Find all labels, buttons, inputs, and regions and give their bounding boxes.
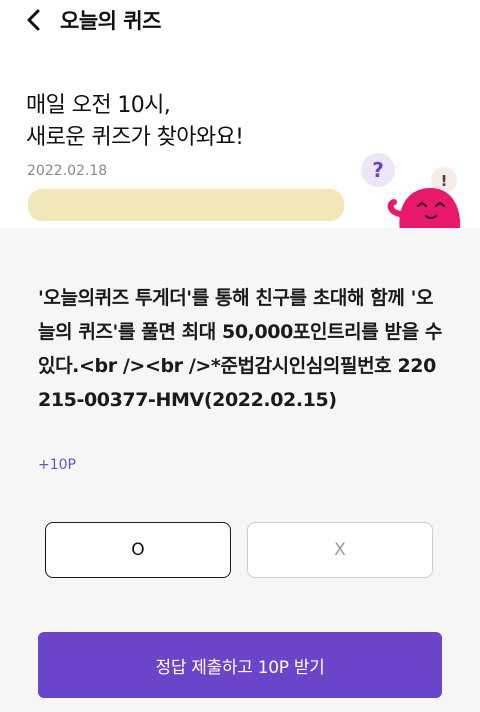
- answer-x-label: X: [334, 540, 346, 560]
- top-bar: 오늘의 퀴즈: [0, 0, 480, 44]
- answer-o-button[interactable]: O: [45, 522, 231, 578]
- answer-o-label: O: [131, 540, 145, 560]
- submit-label: 정답 제출하고 10P 받기: [155, 657, 325, 678]
- submit-answer-button[interactable]: 정답 제출하고 10P 받기: [38, 632, 442, 698]
- quiz-question: '오늘의퀴즈 투게더'를 통해 친구를 초대해 함께 '오늘의 퀴즈'를 풀면 …: [38, 287, 442, 411]
- chevron-left-icon: [27, 9, 40, 31]
- question-mark-icon: ?: [372, 158, 384, 182]
- back-button[interactable]: [18, 5, 50, 35]
- quiz-card: '오늘의퀴즈 투게더'를 통해 친구를 초대해 함께 '오늘의 퀴즈'를 풀면 …: [0, 228, 480, 712]
- answer-x-button[interactable]: X: [247, 522, 433, 578]
- page-title: 오늘의 퀴즈: [60, 9, 161, 33]
- headline: 매일 오전 10시, 새로운 퀴즈가 찾아와요!: [26, 90, 244, 154]
- quiz-header: 매일 오전 10시, 새로운 퀴즈가 찾아와요! 2022.02.18 ? !: [0, 44, 480, 228]
- quiz-date: 2022.02.18: [27, 163, 108, 179]
- mascot-illustration: ? !: [360, 152, 470, 228]
- headline-line-1: 매일 오전 10시,: [26, 93, 171, 118]
- points-label: +10P: [38, 457, 76, 473]
- headline-line-2: 새로운 퀴즈가 찾아와요!: [26, 125, 244, 150]
- highlight-stroke: [28, 189, 344, 221]
- exclamation-icon: !: [441, 172, 448, 190]
